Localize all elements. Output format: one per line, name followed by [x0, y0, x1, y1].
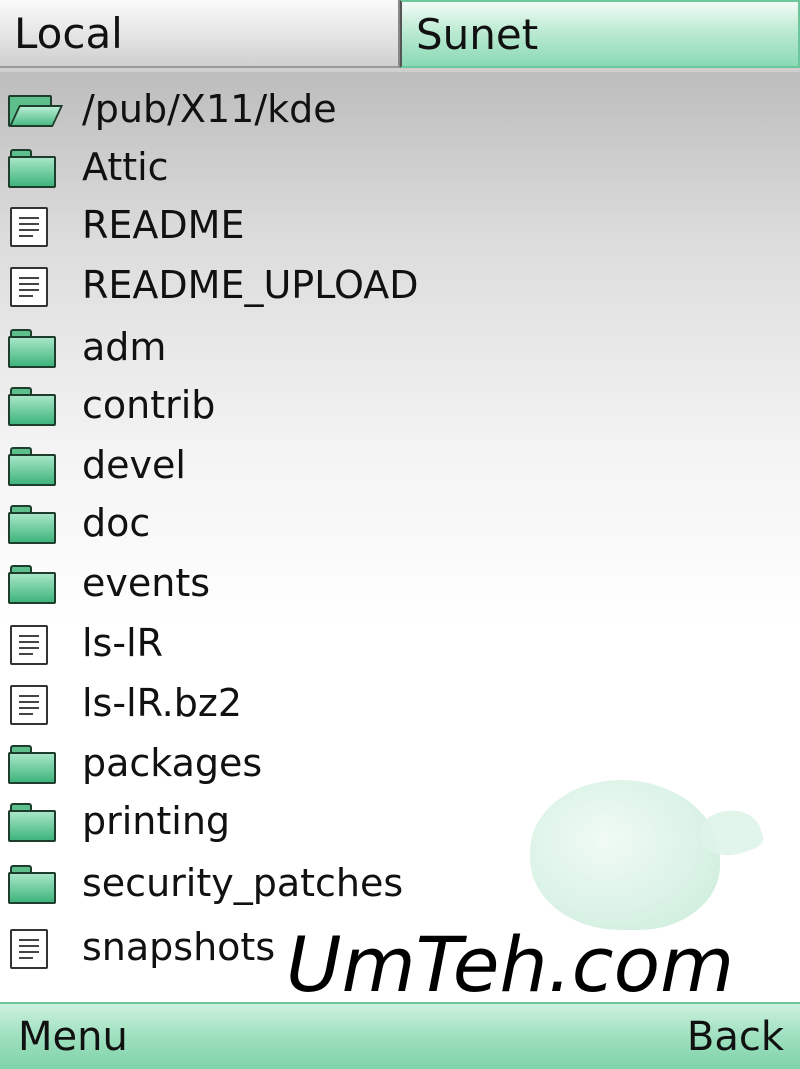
list-item-label: snapshots: [82, 925, 276, 969]
tab-local-label: Local: [14, 8, 123, 58]
list-item[interactable]: ls-lR: [0, 614, 800, 672]
list-item[interactable]: adm: [0, 318, 800, 376]
list-item-label: packages: [82, 741, 263, 785]
open-folder-icon: [8, 91, 64, 127]
folder-icon: [8, 447, 58, 486]
folder-icon: [8, 329, 58, 368]
list-item[interactable]: ls-lR.bz2: [0, 674, 800, 732]
folder-icon: [8, 803, 58, 842]
folder-icon: [8, 865, 58, 904]
list-item-label: ls-lR: [82, 621, 164, 665]
document-icon: [8, 625, 58, 665]
tab-local[interactable]: Local: [0, 0, 400, 68]
document-icon: [8, 267, 58, 307]
list-item[interactable]: doc: [0, 494, 800, 552]
list-item[interactable]: README: [0, 196, 800, 254]
list-item[interactable]: contrib: [0, 376, 800, 434]
list-item-label: /pub/X11/kde: [82, 87, 337, 131]
folder-icon: [8, 149, 58, 188]
list-item-label: README_UPLOAD: [82, 263, 419, 307]
softkey-bar: Menu Back: [0, 1002, 800, 1069]
list-item[interactable]: snapshots: [0, 918, 800, 976]
list-item-label: security_patches: [82, 861, 404, 905]
list-item-label: devel: [82, 443, 186, 487]
document-icon: [8, 207, 58, 247]
list-item[interactable]: README_UPLOAD: [0, 256, 800, 314]
document-icon: [8, 929, 58, 969]
folder-icon: [8, 505, 58, 544]
folder-icon: [8, 387, 58, 426]
list-item[interactable]: Attic: [0, 138, 800, 196]
tab-sunet-label: Sunet: [416, 9, 539, 59]
list-item[interactable]: devel: [0, 436, 800, 494]
document-icon: [8, 685, 58, 725]
list-item-label: contrib: [82, 383, 216, 427]
list-item-label: events: [82, 561, 211, 605]
menu-softkey[interactable]: Menu: [18, 1014, 128, 1060]
folder-icon: [8, 745, 58, 784]
folder-icon: [8, 565, 58, 604]
list-item-label: Attic: [82, 145, 169, 189]
back-softkey[interactable]: Back: [687, 1014, 784, 1060]
list-item[interactable]: events: [0, 554, 800, 612]
tab-bar: Local Sunet: [0, 0, 800, 72]
list-item-label: adm: [82, 325, 167, 369]
tab-sunet[interactable]: Sunet: [400, 0, 800, 68]
list-item[interactable]: packages: [0, 734, 800, 792]
list-item-label: ls-lR.bz2: [82, 681, 242, 725]
list-item-label: doc: [82, 501, 151, 545]
list-item-current-directory[interactable]: /pub/X11/kde: [0, 80, 800, 138]
list-item-label: README: [82, 203, 245, 247]
list-item-label: printing: [82, 799, 231, 843]
